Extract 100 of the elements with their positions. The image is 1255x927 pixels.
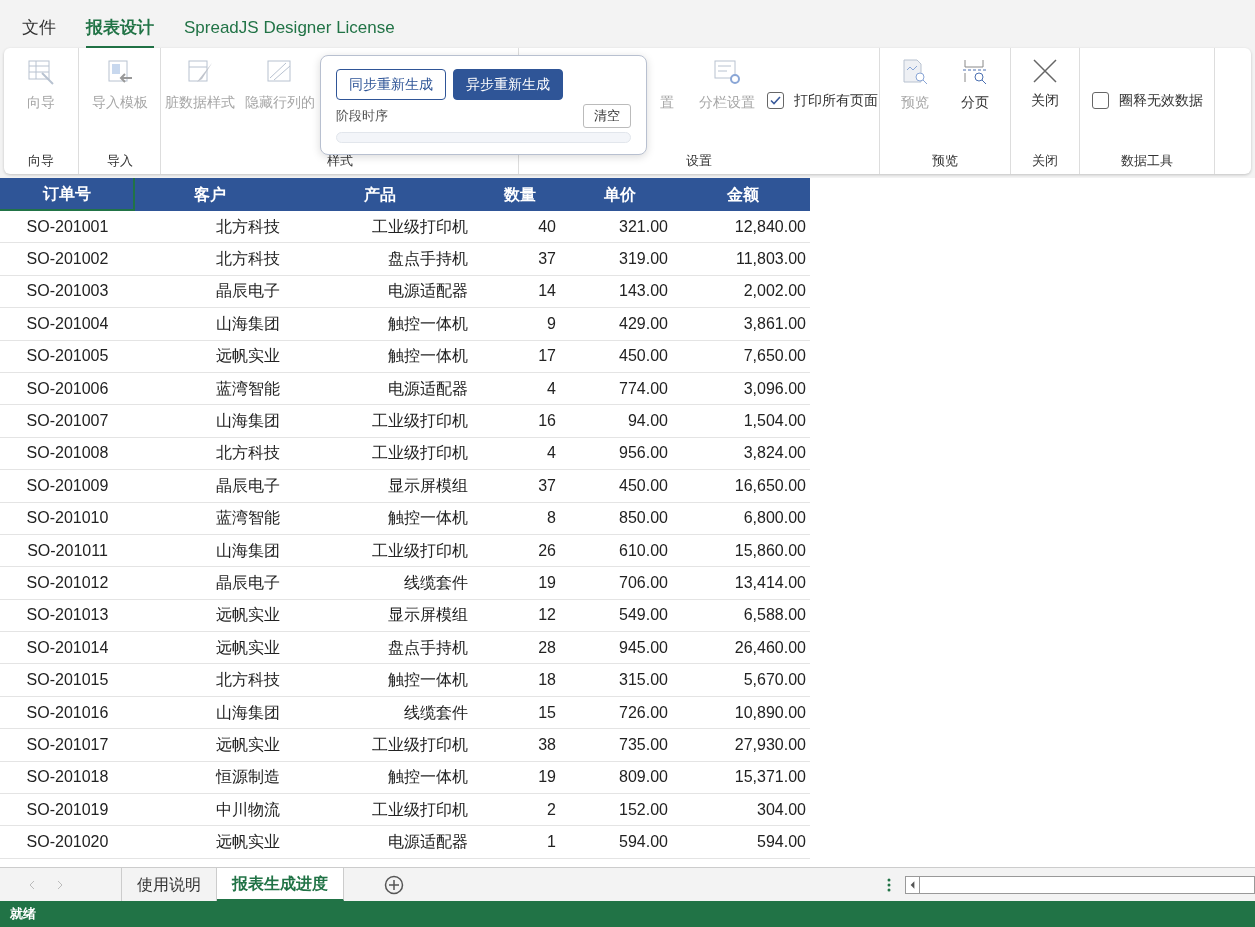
ribbon-checkbox[interactable]: 打印所有页面 <box>767 90 878 111</box>
table-cell-text: 工业级打印机 <box>371 443 469 464</box>
table-cell-text: 16,650.00 <box>733 475 807 496</box>
table-cell-text: SO-201013 <box>25 605 110 626</box>
table-cell-text: 中川物流 <box>215 799 281 820</box>
group-label: 设置 <box>685 151 713 170</box>
table-cell-text: 549.00 <box>618 605 669 626</box>
table-cell-text: SO-201002 <box>25 249 110 270</box>
table-cell-text: 774.00 <box>618 378 669 399</box>
table-cell-text: 北方科技 <box>215 670 281 691</box>
table-cell-text: 蓝湾智能 <box>215 378 281 399</box>
regenerate-button[interactable]: 异步重新生成 <box>453 69 563 100</box>
table-cell-text: 15 <box>537 702 557 723</box>
group-label: 数据工具 <box>1120 151 1174 170</box>
table-cell-text: 触控一体机 <box>387 313 469 334</box>
table-cell-text: 10,890.00 <box>733 702 807 723</box>
table-cell-text: SO-201018 <box>25 767 110 788</box>
table-cell-text: 工业级打印机 <box>371 411 469 432</box>
table-cell-text: 143.00 <box>618 281 669 302</box>
table-cell-text: 14 <box>537 281 557 302</box>
table-cell-text: 触控一体机 <box>387 670 469 691</box>
table-cell-text: 13,414.00 <box>733 573 807 593</box>
table-cell-text: 315.00 <box>618 670 669 691</box>
table-cell-text: SO-201020 <box>25 832 110 853</box>
table-cell-text: 15,371.00 <box>733 767 807 788</box>
checkbox[interactable] <box>767 92 784 109</box>
table-cell-text: 远帆实业 <box>215 832 281 853</box>
table-cell-text: SO-201011 <box>26 540 109 561</box>
clear-button[interactable]: 清空 <box>583 104 631 128</box>
stage-label: 阶段时序 <box>336 107 388 126</box>
table-cell-text: 3,861.00 <box>742 313 807 334</box>
table-cell-text: SO-201016 <box>25 702 110 723</box>
table-cell-text: 7,650.00 <box>742 346 807 367</box>
table-cell-text: 11,803.00 <box>735 249 807 270</box>
more-options-icon[interactable] <box>887 877 891 892</box>
table-cell-text: 远帆实业 <box>215 637 281 658</box>
group-label: 关闭 <box>1031 151 1059 170</box>
horizontal-scrollbar[interactable] <box>905 875 1255 894</box>
table-cell-text: SO-201001 <box>25 216 110 237</box>
table-cell-text: 晶辰电子 <box>215 281 281 302</box>
table-cell-text: 2,002.00 <box>742 281 807 302</box>
group-label: 样式 <box>325 151 354 170</box>
checkbox-label: 打印所有页面 <box>794 91 878 110</box>
table-cell-text: SO-201019 <box>25 799 110 820</box>
table-cell-text: 706.00 <box>618 573 669 593</box>
table-cell-text: 晶辰电子 <box>215 475 281 496</box>
table-cell-text: 40 <box>537 216 557 237</box>
table-cell-text: SO-201009 <box>25 475 110 496</box>
table-cell-text: 27,930.00 <box>733 734 807 755</box>
table-cell-text: 12 <box>537 605 557 626</box>
table-cell-text: 5,670.00 <box>742 670 807 691</box>
table-cell-text: 9 <box>546 313 557 334</box>
table-cell-text: SO-201014 <box>25 637 110 658</box>
table-cell-text: 2 <box>546 799 557 820</box>
group-label: 预览 <box>931 151 959 170</box>
menu-tab[interactable]: 文件 <box>22 14 56 48</box>
table-cell-text: 152.00 <box>618 799 669 820</box>
table-cell-text: 809.00 <box>618 767 669 788</box>
group-label: 向导 <box>27 151 55 170</box>
regenerate-button[interactable]: 同步重新生成 <box>336 69 446 100</box>
table-cell-text: 735.00 <box>618 734 669 755</box>
table-cell-text: 工业级打印机 <box>371 216 469 237</box>
table-cell-text: 956.00 <box>618 443 669 464</box>
table-cell-text: 16 <box>537 411 557 432</box>
table-cell-text: 线缆套件 <box>403 702 469 723</box>
status-text: 就绪 <box>10 905 36 924</box>
table-cell-text: 12,840.00 <box>733 216 807 237</box>
table-cell-text: 1,504.00 <box>742 411 807 432</box>
table-cell-text: SO-201017 <box>25 734 110 755</box>
table-cell-text: 触控一体机 <box>387 767 469 788</box>
add-sheet-icon[interactable] <box>384 874 404 895</box>
ribbon-button[interactable]: 分页 <box>955 48 995 151</box>
table-cell-text: 94.00 <box>626 411 669 432</box>
table-cell-text: 8 <box>546 508 557 529</box>
table-cell-text: 盘点手持机 <box>387 249 469 270</box>
menu-tab[interactable]: SpreadJS Designer License <box>184 14 395 48</box>
table-cell-text: 6,588.00 <box>742 605 807 626</box>
group-label: 导入 <box>105 151 134 170</box>
table-cell-text: SO-201005 <box>25 346 110 367</box>
table-cell-text: 工业级打印机 <box>371 799 469 820</box>
table-cell-text: 3,824.00 <box>742 443 807 464</box>
column-header: 客户 <box>193 184 227 205</box>
table-cell-text: 山海集团 <box>215 702 281 723</box>
table-cell-text: 线缆套件 <box>403 573 469 593</box>
table-cell-text: 450.00 <box>618 346 669 367</box>
checkbox[interactable] <box>1091 92 1109 109</box>
table-cell-text: 蓝湾智能 <box>215 508 281 529</box>
ribbon-button[interactable]: 关闭 <box>1025 48 1065 151</box>
table-cell-text: 触控一体机 <box>387 508 469 529</box>
sheet-tab[interactable]: 报表生成进度 <box>217 868 344 901</box>
column-header: 订单号 <box>0 178 135 211</box>
table-cell-text: SO-201003 <box>25 281 110 302</box>
table-cell-text: SO-201007 <box>25 411 110 432</box>
table-cell-text: 3,096.00 <box>742 378 807 399</box>
table-cell-text: 恒源制造 <box>214 767 281 788</box>
ribbon-checkbox[interactable]: 圈释无效数据 <box>1091 90 1203 111</box>
table-cell-text: 594.00 <box>618 832 669 853</box>
table-cell-text: 北方科技 <box>215 249 281 270</box>
close-icon <box>1032 58 1058 84</box>
table-cell-text: 盘点手持机 <box>387 637 469 658</box>
